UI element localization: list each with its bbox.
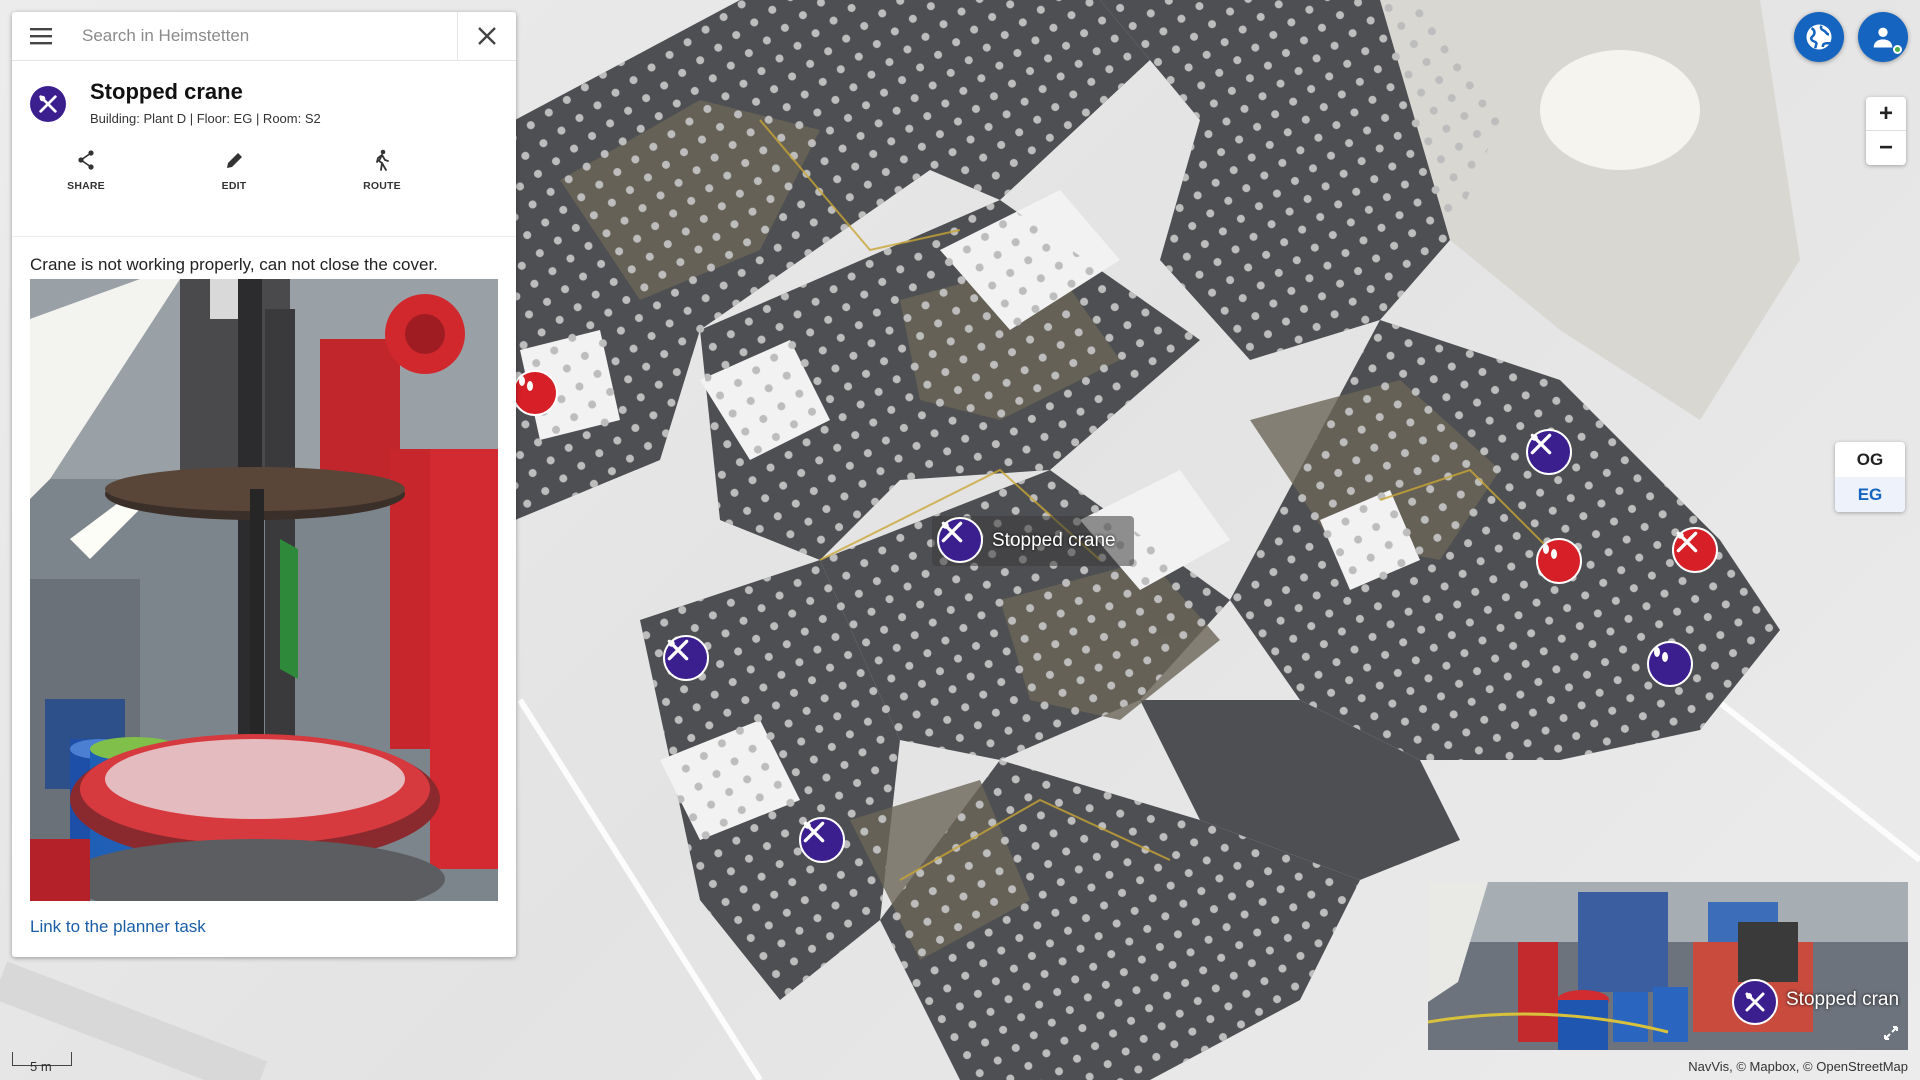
poi-marker-maintenance[interactable] [1526,429,1572,475]
close-icon [478,27,496,45]
share-button[interactable]: SHARE [12,145,160,236]
footsteps-icon [1654,647,1668,662]
scale-label: 5 m [30,1059,52,1074]
user-account-button[interactable] [1858,12,1908,62]
poi-description: Crane is not working properly, can not c… [30,255,438,274]
globe-icon [1806,24,1832,50]
search-input[interactable] [70,12,457,61]
panorama-poi-marker[interactable] [1732,979,1778,1025]
route-label: ROUTE [363,180,401,192]
online-status-dot [1893,45,1902,54]
panorama-illustration [1428,882,1908,1050]
planner-task-link[interactable]: Link to the planner task [12,901,516,937]
panorama-preview[interactable]: Stopped cran [1428,882,1908,1050]
wrench-screwdriver-icon [1530,433,1552,455]
poi-marker-maintenance[interactable] [799,817,845,863]
floor-eg-button[interactable]: EG [1835,477,1905,512]
poi-marker-tools-red[interactable] [1672,527,1718,573]
globe-button[interactable] [1794,12,1844,62]
poi-type-icon [30,86,66,122]
edit-label: EDIT [221,180,247,192]
expand-icon[interactable] [1882,1024,1900,1042]
zoom-control: + − [1866,97,1906,165]
menu-button[interactable] [12,12,70,61]
poi-marker-footsteps[interactable] [1647,641,1693,687]
poi-photo[interactable] [30,279,498,901]
poi-marker-maintenance[interactable] [663,635,709,681]
zoom-out-button[interactable]: − [1866,131,1906,165]
poi-marker-crane[interactable] [937,517,983,563]
wrench-screwdriver-icon [941,521,963,543]
share-icon [78,150,94,170]
hamburger-menu-icon [30,28,52,45]
selected-poi-map-label: Stopped crane [992,530,1116,551]
poi-location: Building: Plant D | Floor: EG | Room: S2 [90,111,321,126]
poi-marker-footsteps-red[interactable] [1536,538,1582,584]
share-label: SHARE [67,180,105,192]
floor-og-button[interactable]: OG [1835,442,1905,477]
floor-switcher: OG EG [1835,442,1905,512]
wrench-screwdriver-icon [1745,992,1765,1012]
wrench-screwdriver-icon [1676,531,1698,553]
pencil-icon [227,153,242,168]
close-button[interactable] [458,12,516,61]
zoom-in-button[interactable]: + [1866,97,1906,131]
edit-button[interactable]: EDIT [160,145,308,236]
footsteps-icon [519,376,533,391]
map-attribution[interactable]: NavVis, © Mapbox, © OpenStreetMap [1688,1059,1908,1074]
action-bar: SHARE EDIT ROUTE [12,145,516,237]
poi-header: Stopped crane Building: Plant D | Floor:… [12,61,516,145]
wrench-screwdriver-icon [667,639,689,661]
wrench-screwdriver-icon [803,821,825,843]
search-bar [12,12,516,61]
walking-person-icon [376,149,389,171]
panorama-poi-label: Stopped cran [1786,989,1900,1010]
poi-title: Stopped crane [90,79,243,104]
wrench-screwdriver-icon [39,95,57,113]
crane-photo-illustration [30,279,498,901]
route-button[interactable]: ROUTE [308,145,456,236]
poi-marker-footsteps-red[interactable] [512,370,558,416]
footsteps-icon [1543,544,1557,559]
poi-detail-panel: Stopped crane Building: Plant D | Floor:… [12,12,516,957]
